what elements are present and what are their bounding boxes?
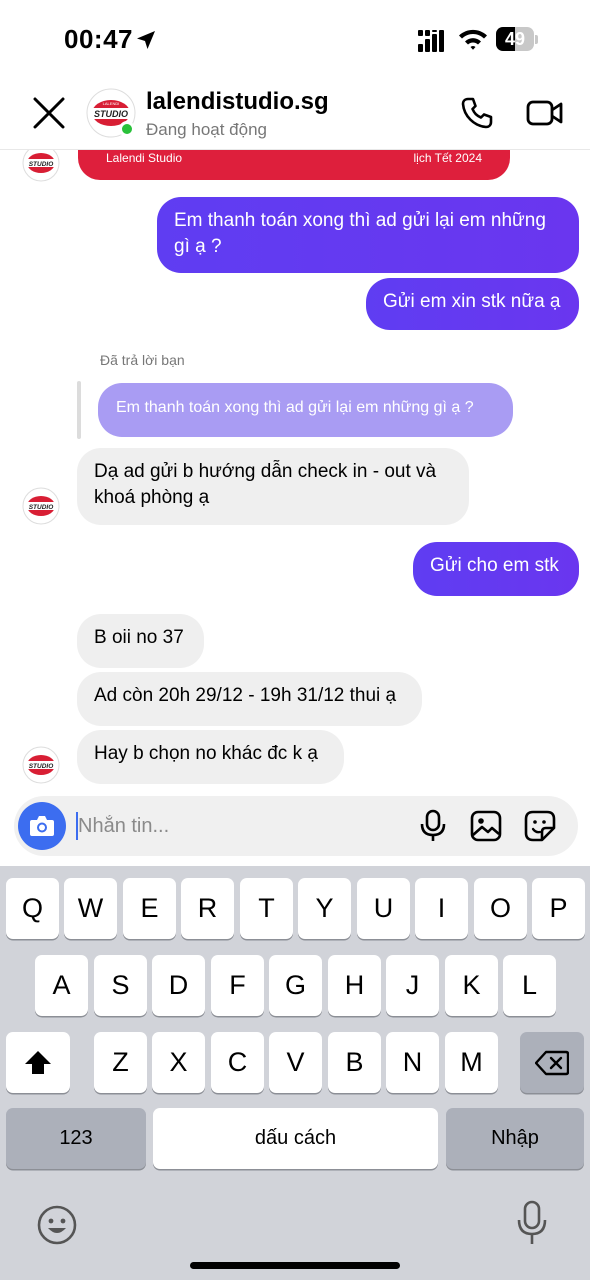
message-line: Ad còn 20h 29/12 - 19h 31/12 thui ạ [94, 685, 397, 706]
backspace-icon [534, 1050, 570, 1076]
keyboard: Q W E R T Y U I O P A S D F G H J K L Z … [0, 866, 590, 1280]
key-e[interactable]: E [123, 878, 176, 939]
message-line: Gửi em xin stk nữa ạ [383, 291, 561, 312]
key-h[interactable]: H [328, 955, 381, 1016]
key-w[interactable]: W [64, 878, 117, 939]
key-f[interactable]: F [211, 955, 264, 1016]
space-key[interactable]: dấu cách [153, 1108, 438, 1169]
return-key[interactable]: Nhập [446, 1108, 584, 1169]
message-composer [14, 796, 578, 856]
contact-name[interactable]: lalendistudio.sg [146, 88, 329, 116]
wifi-icon [459, 29, 487, 50]
contact-avatar: STUDIO [22, 487, 60, 525]
location-arrow-icon [137, 31, 155, 49]
key-l[interactable]: L [503, 955, 556, 1016]
key-m[interactable]: M [445, 1032, 498, 1093]
close-icon[interactable] [32, 96, 66, 130]
key-x[interactable]: X [152, 1032, 205, 1093]
message-line: khoá phòng ạ [94, 487, 210, 508]
message-bubble-outgoing[interactable]: Gửi cho em stk [413, 542, 579, 596]
video-icon[interactable] [526, 96, 564, 130]
backspace-key[interactable] [520, 1032, 584, 1093]
reply-bar [77, 381, 81, 439]
contact-avatar: STUDIO [22, 746, 60, 784]
message-line: Em thanh toán xong thì ad gửi lại em nhữ… [174, 210, 546, 231]
chat-header: LALENDI STUDIO lalendistudio.sg Đang hoạ… [0, 78, 590, 150]
quoted-message[interactable]: Em thanh toán xong thì ad gửi lại em nhữ… [98, 383, 513, 437]
microphone-icon[interactable] [417, 809, 449, 843]
message-line: Dạ ad gửi b hướng dẫn check in - out và [94, 461, 437, 482]
contact-status: Đang hoạt động [146, 120, 267, 139]
message-bubble-outgoing[interactable]: Em thanh toán xong thì ad gửi lại em nhữ… [157, 197, 579, 273]
key-j[interactable]: J [386, 955, 439, 1016]
key-o[interactable]: O [474, 878, 527, 939]
camera-icon [30, 816, 54, 836]
shift-icon [25, 1051, 51, 1074]
avatar-small-text: LALENDI [103, 101, 120, 106]
status-bar: 00:47 49 [0, 0, 590, 78]
dictation-icon[interactable] [516, 1200, 548, 1246]
key-z[interactable]: Z [94, 1032, 147, 1093]
status-time: 00:47 [64, 24, 133, 54]
battery-level: 49 [504, 29, 526, 49]
message-bubble-outgoing[interactable]: Gửi em xin stk nữa ạ [366, 278, 579, 330]
camera-button[interactable] [18, 802, 66, 850]
key-k[interactable]: K [445, 955, 498, 1016]
message-bubble-incoming[interactable]: Hay b chọn no khác đc k ạ [77, 730, 344, 784]
phone-icon[interactable] [460, 96, 494, 130]
numbers-key[interactable]: 123 [6, 1108, 146, 1169]
key-s[interactable]: S [94, 955, 147, 1016]
message-line: B oii no 37 [94, 627, 184, 648]
message-line: Gửi cho em stk [430, 555, 559, 576]
gallery-icon[interactable] [470, 810, 502, 842]
key-q[interactable]: Q [6, 878, 59, 939]
key-i[interactable]: I [415, 878, 468, 939]
key-v[interactable]: V [269, 1032, 322, 1093]
message-bubble-incoming[interactable]: B oii no 37 [77, 614, 204, 668]
avatar-brand-text: STUDIO [94, 109, 128, 119]
key-t[interactable]: T [240, 878, 293, 939]
key-y[interactable]: Y [298, 878, 351, 939]
quoted-message-text: Em thanh toán xong thì ad gửi lại em nhữ… [116, 399, 474, 416]
online-indicator [119, 121, 135, 137]
shift-key[interactable] [6, 1032, 70, 1093]
svg-text:STUDIO: STUDIO [29, 161, 54, 168]
key-a[interactable]: A [35, 955, 88, 1016]
message-bubble-incoming[interactable]: Dạ ad gửi b hướng dẫn check in - out và … [77, 448, 469, 525]
message-line: gì ạ ? [174, 236, 222, 257]
key-c[interactable]: C [211, 1032, 264, 1093]
emoji-icon[interactable] [36, 1204, 78, 1246]
key-g[interactable]: G [269, 955, 322, 1016]
sticker-icon[interactable] [524, 810, 556, 842]
message-bubble-incoming[interactable]: Ad còn 20h 29/12 - 19h 31/12 thui ạ [77, 672, 422, 726]
shared-post-card[interactable]: Lalendi Studio lịch Tết 2024 [78, 150, 510, 180]
message-input[interactable] [78, 808, 408, 844]
key-n[interactable]: N [386, 1032, 439, 1093]
svg-text:STUDIO: STUDIO [29, 763, 54, 770]
message-list[interactable]: STUDIO Lalendi Studio lịch Tết 2024 Em t… [0, 150, 590, 795]
signal-icon [418, 30, 444, 52]
key-r[interactable]: R [181, 878, 234, 939]
shared-card-source: Lalendi Studio [106, 151, 183, 165]
key-d[interactable]: D [152, 955, 205, 1016]
contact-avatar: STUDIO [22, 150, 60, 182]
key-b[interactable]: B [328, 1032, 381, 1093]
shared-card-caption: lịch Tết 2024 [413, 151, 483, 165]
svg-text:STUDIO: STUDIO [29, 504, 54, 511]
reply-label: Đã trả lời bạn [100, 352, 185, 368]
message-line: Hay b chọn no khác đc k ạ [94, 743, 318, 764]
key-p[interactable]: P [532, 878, 585, 939]
key-u[interactable]: U [357, 878, 410, 939]
home-indicator [190, 1262, 400, 1269]
battery-indicator: 49 [496, 27, 538, 53]
